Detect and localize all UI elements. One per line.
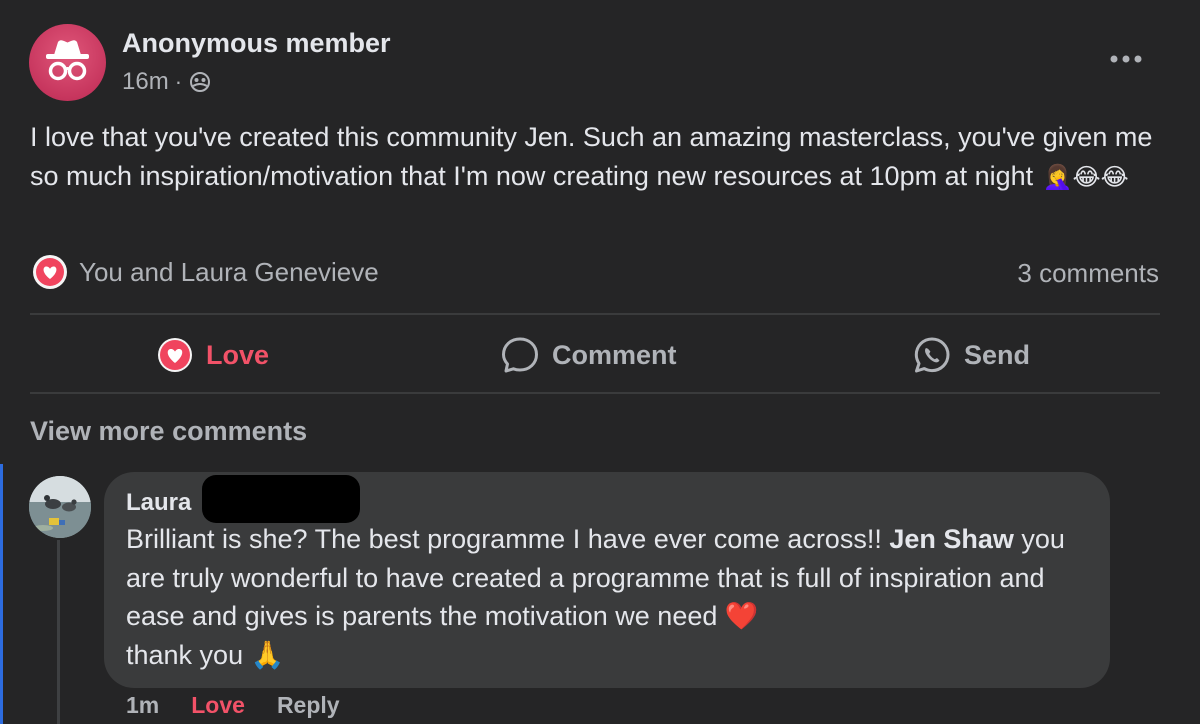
mention-link[interactable]: Jen Shaw: [889, 524, 1014, 554]
reaction-summary[interactable]: You and Laura Genevieve: [33, 255, 379, 289]
love-button[interactable]: Love: [156, 318, 269, 392]
comment-button[interactable]: Comment: [500, 318, 677, 392]
post-meta: 16m ·: [122, 68, 212, 96]
birds-photo: [29, 476, 91, 538]
divider: [30, 313, 1160, 315]
view-more-comments[interactable]: View more comments: [30, 416, 307, 447]
comment-button-label: Comment: [552, 339, 677, 370]
members-icon[interactable]: [188, 70, 212, 94]
post-time[interactable]: 16m: [122, 68, 169, 96]
love-button-label: Love: [206, 339, 270, 370]
comment-time[interactable]: 1m: [126, 692, 159, 719]
more-options-icon[interactable]: [1106, 52, 1146, 66]
comment-actions: 1m Love Reply: [126, 692, 340, 719]
group-post: Anonymous member 16m · I love that you'v…: [0, 0, 1200, 724]
comment-reply-button[interactable]: Reply: [277, 692, 340, 719]
focus-indicator: [0, 464, 3, 724]
divider: [30, 392, 1160, 394]
meta-separator: ·: [174, 69, 183, 94]
reaction-names: You and Laura Genevieve: [79, 256, 379, 287]
commenter-name[interactable]: Laura: [126, 489, 191, 517]
love-reaction-icon: [33, 255, 67, 289]
love-icon: [158, 338, 192, 372]
send-button-label: Send: [964, 339, 1031, 370]
pray-emoji: 🙏: [250, 639, 285, 670]
commenter-avatar[interactable]: [29, 476, 91, 538]
send-button[interactable]: Send: [912, 318, 1030, 392]
comments-count[interactable]: 3 comments: [1017, 258, 1159, 289]
post-body-text: I love that you've created this communit…: [30, 122, 1153, 191]
redacted-surname: [202, 475, 360, 523]
post-body: I love that you've created this communit…: [30, 118, 1170, 197]
incognito-icon: [46, 40, 89, 81]
post-emojis: 🤦‍♀️😂😂: [1042, 164, 1129, 191]
heart-emoji: ❤️: [724, 601, 759, 631]
comment-text-part: Brilliant is she? The best programme I h…: [126, 524, 890, 554]
comment-love-button[interactable]: Love: [191, 692, 245, 719]
action-bar: Love Comment Send: [30, 318, 1160, 392]
comment-text-part: thank you: [126, 639, 251, 670]
post-author[interactable]: Anonymous member: [122, 28, 391, 59]
whatsapp-icon: [914, 337, 950, 373]
thread-line: [57, 540, 60, 724]
comment-text: Brilliant is she? The best programme I h…: [126, 520, 1101, 674]
anonymous-avatar[interactable]: [29, 24, 106, 101]
comment-icon: [502, 337, 538, 373]
